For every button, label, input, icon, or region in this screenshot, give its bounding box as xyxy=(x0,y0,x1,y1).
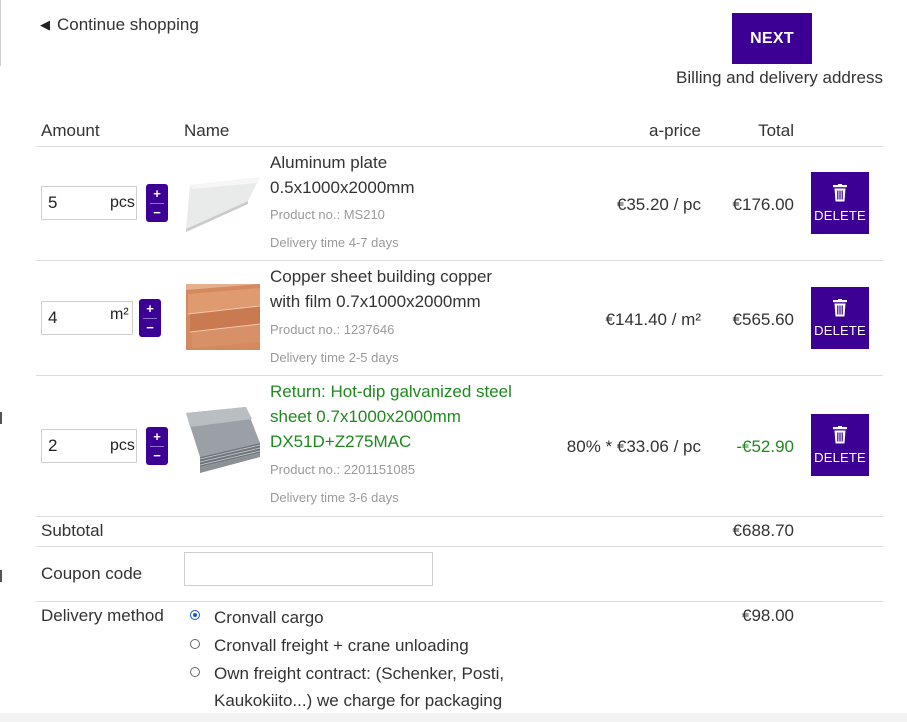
continue-shopping-link[interactable]: ◀ Continue shopping xyxy=(40,15,199,35)
line-total: €565.60 xyxy=(732,310,794,329)
product-number: Product no.: 2201151085 xyxy=(270,462,416,477)
increase-button[interactable]: + xyxy=(146,427,168,446)
product-name-line: DX51D+Z275MAC xyxy=(270,432,412,451)
delivery-option-label: Cronvall cargo xyxy=(214,608,324,627)
quantity-value: 4 xyxy=(48,308,58,327)
delivery-option-label: Kaukokiito...) we charge for packaging xyxy=(214,691,503,710)
product-image-copper xyxy=(186,284,260,350)
product-number: Product no.: MS210 xyxy=(270,207,385,222)
delete-label: DELETE xyxy=(814,322,866,338)
continue-shopping-label: Continue shopping xyxy=(57,15,199,34)
product-name[interactable]: Return: Hot-dip galvanized steel sheet 0… xyxy=(270,379,512,454)
coupon-input[interactable] xyxy=(184,552,433,586)
product-name-line: Return: Hot-dip galvanized steel xyxy=(270,382,512,401)
delivery-time: Delivery time 3-6 days xyxy=(270,490,399,505)
next-step-label: Billing and delivery address xyxy=(676,68,883,87)
increase-button[interactable]: + xyxy=(146,184,168,203)
quantity-unit: m² xyxy=(110,306,129,323)
quantity-value: 2 xyxy=(48,436,58,455)
header-total: Total xyxy=(758,121,794,140)
delivery-cost: €98.00 xyxy=(742,606,794,625)
decrease-button[interactable]: − xyxy=(139,318,161,337)
divider xyxy=(36,546,883,547)
line-total: -€52.90 xyxy=(736,437,794,456)
delivery-time: Delivery time 2-5 days xyxy=(270,350,399,365)
header-name: Name xyxy=(184,121,230,140)
product-name-line: with film 0.7x1000x2000mm xyxy=(270,292,481,311)
trash-icon xyxy=(833,183,847,201)
decrease-button[interactable]: − xyxy=(146,446,168,465)
increase-button[interactable]: + xyxy=(139,299,161,318)
product-image-aluminum xyxy=(186,177,260,232)
edge-line xyxy=(0,0,1,66)
trash-icon xyxy=(833,425,847,443)
radio-selected[interactable] xyxy=(190,610,200,620)
next-button[interactable]: NEXT xyxy=(732,13,812,64)
divider xyxy=(36,601,883,602)
unit-price: €141.40 / m² xyxy=(605,310,701,329)
delete-button[interactable]: DELETE xyxy=(811,414,869,476)
radio-unselected[interactable] xyxy=(190,667,200,677)
quantity-unit: pcs xyxy=(110,194,135,211)
product-name[interactable]: Copper sheet building copper with film 0… xyxy=(270,264,492,314)
subtotal-value: €688.70 xyxy=(732,521,794,540)
radio-unselected[interactable] xyxy=(190,639,200,649)
delivery-time: Delivery time 4-7 days xyxy=(270,235,399,250)
quantity-stepper: + − xyxy=(146,184,168,222)
product-name-line: 0.5x1000x2000mm xyxy=(270,178,415,197)
delivery-option-label: Cronvall freight + crane unloading xyxy=(214,636,469,655)
divider xyxy=(36,375,883,376)
trash-icon xyxy=(833,298,847,316)
unit-price: 80% * €33.06 / pc xyxy=(566,437,701,456)
header-aprice: a-price xyxy=(649,121,701,140)
delivery-method-label: Delivery method xyxy=(41,606,164,625)
unit-price: €35.20 / pc xyxy=(616,195,701,214)
product-image-steel xyxy=(186,407,260,473)
line-total: €176.00 xyxy=(732,195,794,214)
back-arrow-icon: ◀ xyxy=(40,17,50,32)
product-name-line: Copper sheet building copper xyxy=(270,267,493,286)
subtotal-label: Subtotal xyxy=(41,521,104,540)
delete-button[interactable]: DELETE xyxy=(811,172,869,234)
decrease-button[interactable]: − xyxy=(146,203,168,222)
delete-button[interactable]: DELETE xyxy=(811,287,869,349)
quantity-stepper: + − xyxy=(146,427,168,465)
delete-label: DELETE xyxy=(814,449,866,465)
product-number: Product no.: 1237646 xyxy=(270,322,395,337)
coupon-label: Coupon code xyxy=(41,564,143,583)
product-name-line: Aluminum plate xyxy=(270,153,388,172)
quantity-value: 5 xyxy=(48,193,58,212)
delivery-option-label: Own freight contract: (Schenker, Posti, xyxy=(214,664,505,683)
edge-mark xyxy=(0,412,2,424)
delete-label: DELETE xyxy=(814,207,866,223)
edge-mark xyxy=(0,570,2,582)
quantity-stepper: + − xyxy=(139,299,161,337)
quantity-unit: pcs xyxy=(110,437,135,454)
divider xyxy=(36,146,883,147)
divider xyxy=(36,516,883,517)
product-name[interactable]: Aluminum plate 0.5x1000x2000mm xyxy=(270,150,415,200)
product-name-line: sheet 0.7x1000x2000mm xyxy=(270,407,461,426)
bottom-strip xyxy=(0,713,907,722)
divider xyxy=(36,260,883,261)
header-amount: Amount xyxy=(41,121,100,140)
